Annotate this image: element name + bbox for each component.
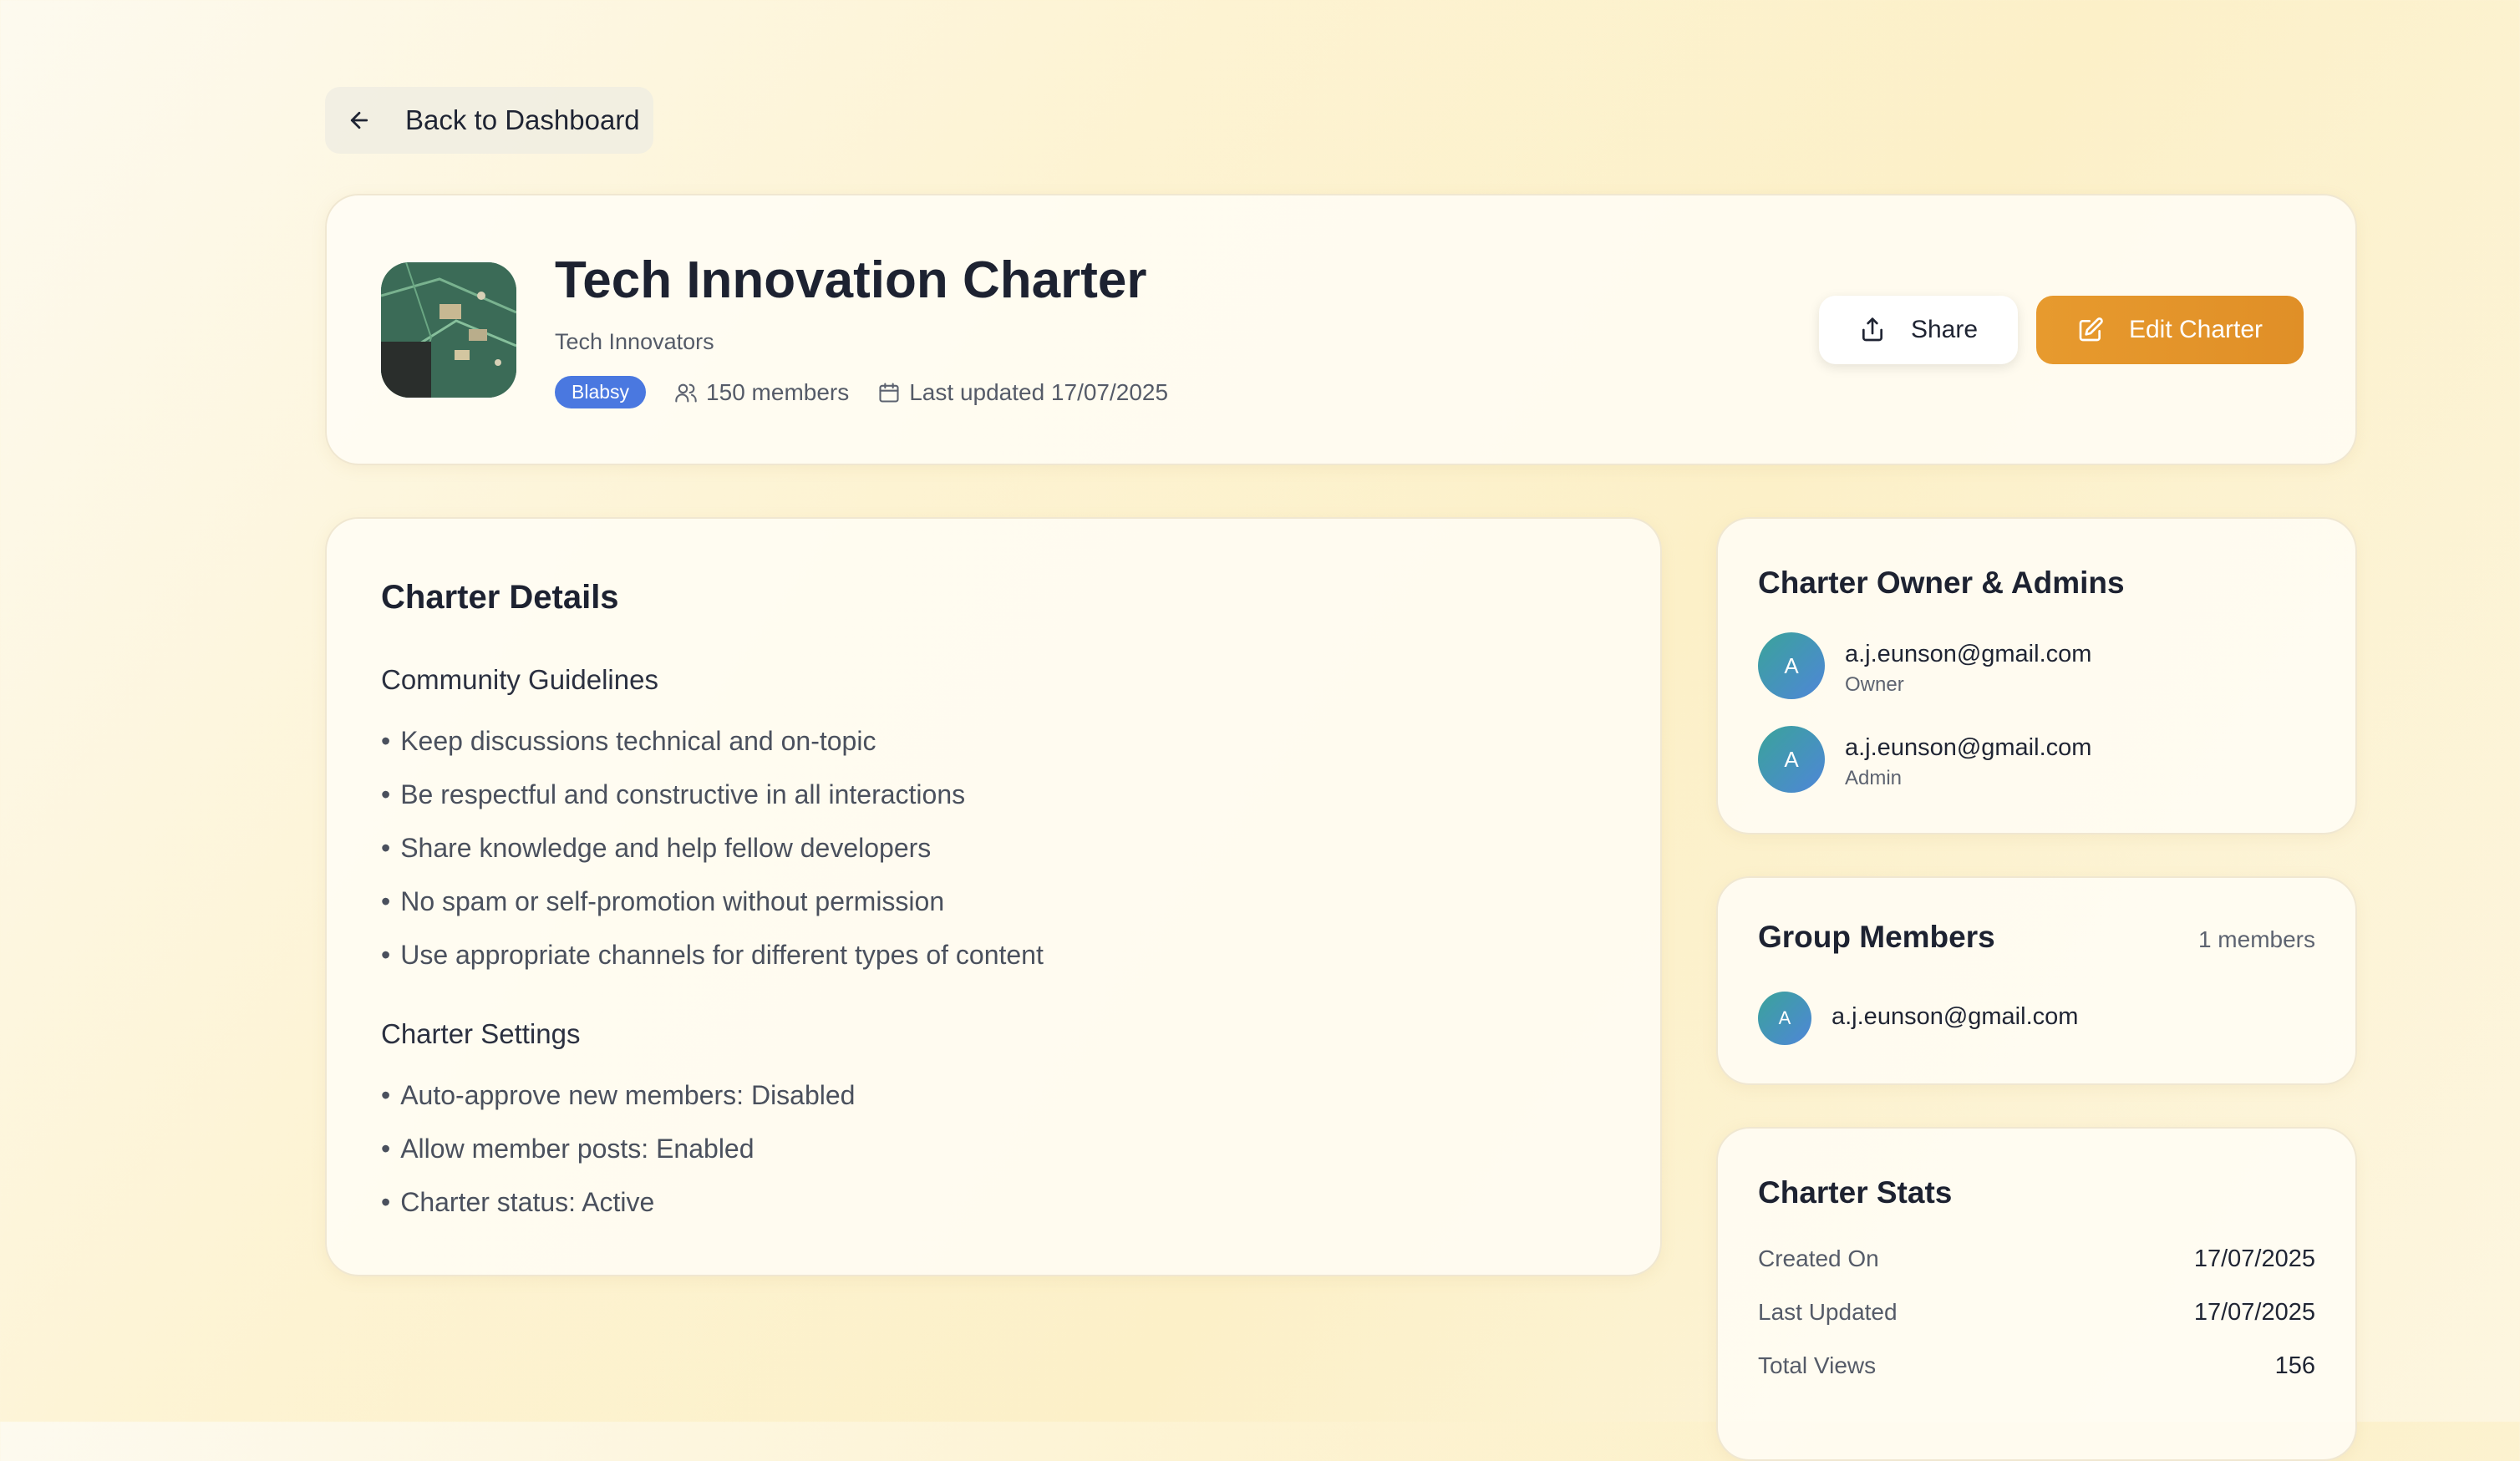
share-button[interactable]: Share	[1819, 296, 2018, 364]
admins-heading: Charter Owner & Admins	[1758, 566, 2125, 600]
stat-label: Total Views	[1758, 1352, 1877, 1378]
owner-admins-card: Charter Owner & Admins A a.j.eunson@gmai…	[1716, 517, 2357, 834]
admin-email: a.j.eunson@gmail.com	[1845, 641, 2092, 667]
share-label: Share	[1910, 316, 1979, 343]
guideline-item: Be respectful and constructive in all in…	[381, 779, 965, 810]
charter-organization: Tech Innovators	[555, 329, 714, 354]
charter-stats-card: Charter Stats Created On 17/07/2025 Last…	[1716, 1127, 2357, 1461]
platform-badge: Blabsy	[555, 376, 647, 408]
members-count-label: 1 members	[2197, 926, 2315, 952]
edit-charter-button[interactable]: Edit Charter	[2036, 296, 2304, 364]
stat-label: Created On	[1758, 1245, 1879, 1271]
stats-heading: Charter Stats	[1758, 1175, 1953, 1210]
guideline-item: Use appropriate channels for different t…	[381, 940, 1044, 971]
admin-role: Owner	[1845, 673, 1904, 696]
charter-header-card: Tech Innovation Charter Tech Innovators …	[325, 194, 2357, 465]
stat-label: Last Updated	[1758, 1299, 1898, 1325]
charter-logo-image	[381, 262, 516, 398]
settings-heading: Charter Settings	[381, 1018, 581, 1049]
admin-email: a.j.eunson@gmail.com	[1845, 734, 2092, 761]
avatar: A	[1758, 726, 1825, 793]
arrow-left-icon	[347, 104, 380, 137]
share-icon	[1862, 317, 1882, 342]
charter-details-card: Charter Details Community Guidelines Kee…	[325, 517, 1662, 1276]
members-meta: 150 members	[674, 379, 849, 406]
avatar: A	[1758, 632, 1825, 699]
details-heading: Charter Details	[381, 579, 619, 616]
stat-value: 17/07/2025	[2193, 1299, 2315, 1326]
admin-role: Admin	[1845, 767, 1903, 789]
stat-value: 156	[2274, 1352, 2315, 1379]
updated-meta: Last updated 17/07/2025	[877, 379, 1168, 406]
calendar-icon	[879, 382, 899, 403]
setting-item: Charter status: Active	[381, 1187, 654, 1218]
back-label: Back to Dashboard	[405, 104, 640, 135]
users-icon	[675, 383, 697, 403]
stat-value: 17/07/2025	[2193, 1245, 2315, 1272]
last-updated: Last updated 17/07/2025	[909, 378, 1169, 405]
avatar: A	[1758, 992, 1811, 1045]
setting-item: Auto-approve new members: Disabled	[381, 1080, 855, 1111]
back-to-dashboard-button[interactable]: Back to Dashboard	[325, 87, 653, 154]
setting-item: Allow member posts: Enabled	[381, 1134, 754, 1164]
guidelines-heading: Community Guidelines	[381, 664, 658, 695]
member-email: a.j.eunson@gmail.com	[1832, 1003, 2079, 1030]
guideline-item: Share knowledge and help fellow develope…	[381, 833, 931, 864]
charter-meta: Blabsy 150 members Last updated 17/07/20…	[555, 376, 1196, 408]
edit-icon	[2079, 317, 2103, 342]
guideline-item: Keep discussions technical and on-topic	[381, 726, 876, 757]
charter-title: Tech Innovation Charter	[555, 251, 1147, 309]
guideline-item: No spam or self-promotion without permis…	[381, 886, 944, 917]
members-heading: Group Members	[1758, 920, 1995, 954]
members-count: 150 members	[706, 378, 850, 405]
edit-label: Edit Charter	[2128, 316, 2263, 343]
group-members-card: Group Members 1 members A a.j.eunson@gma…	[1716, 876, 2357, 1085]
